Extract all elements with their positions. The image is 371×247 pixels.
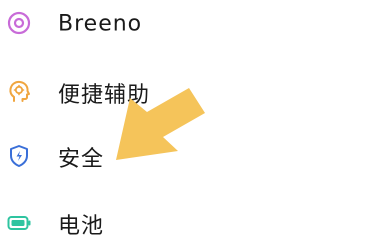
settings-item-assist[interactable]: 便捷辅助 — [0, 71, 371, 115]
settings-item-battery[interactable]: 电池 — [0, 202, 371, 246]
assist-head-icon — [6, 79, 32, 105]
settings-screen: Breeno 便捷辅助 安全 电池 — [0, 0, 371, 247]
settings-item-label: Breeno — [58, 11, 143, 37]
settings-item-label: 便捷辅助 — [58, 83, 151, 108]
battery-icon — [6, 210, 32, 236]
settings-item-security[interactable]: 安全 — [0, 135, 371, 179]
shield-icon — [6, 143, 32, 169]
settings-item-label: 安全 — [58, 147, 105, 172]
breeno-icon — [6, 10, 32, 36]
settings-item-label: 电池 — [58, 214, 105, 239]
settings-item-breeno[interactable]: Breeno — [0, 2, 371, 46]
